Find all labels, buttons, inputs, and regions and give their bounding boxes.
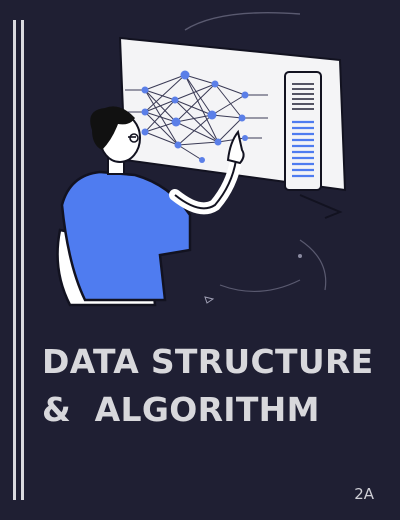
cover-illustration xyxy=(56,12,347,307)
cover-title-line-2: & ALGORITHM xyxy=(42,390,320,429)
cover-tag: 2A xyxy=(354,485,374,503)
left-border-line xyxy=(13,20,16,500)
cover-title-line-1: DATA STRUCTURE xyxy=(42,342,374,381)
left-border-line-inner xyxy=(21,20,24,500)
